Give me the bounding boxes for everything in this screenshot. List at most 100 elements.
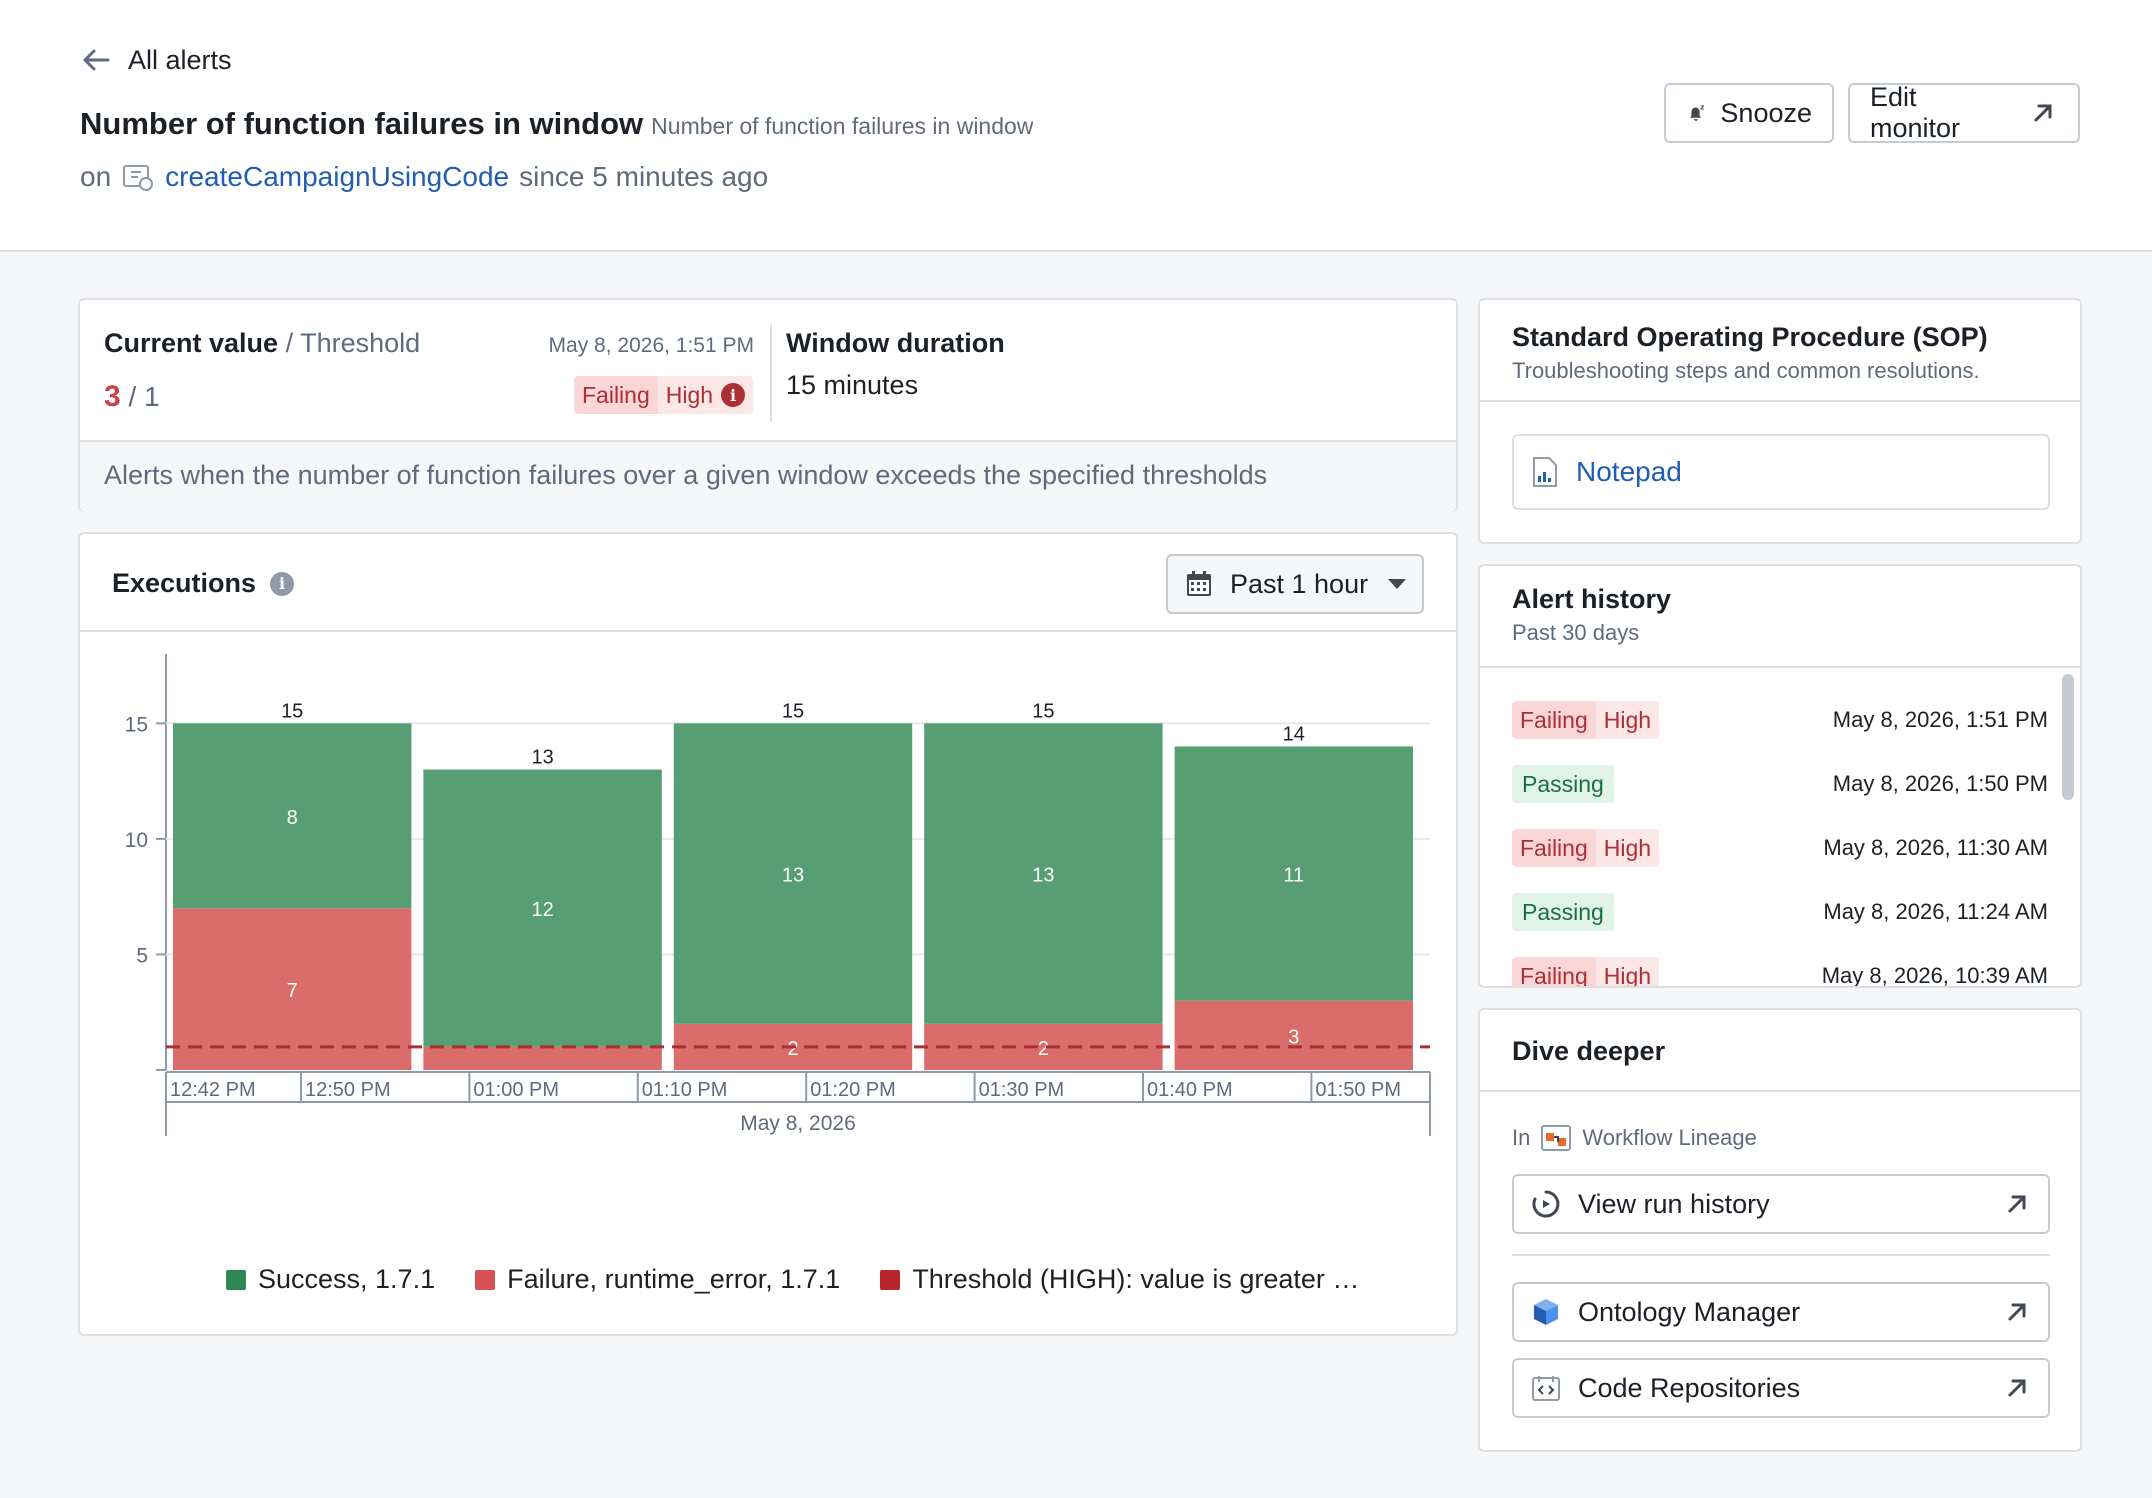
x-axis-label: May 8, 2026	[740, 1112, 856, 1135]
failure-data-label: 3	[1288, 1026, 1299, 1048]
calendar-icon	[1187, 571, 1211, 596]
workflow-lineage-icon	[1541, 1125, 1572, 1151]
success-data-label: 11	[1283, 865, 1304, 887]
divider	[1480, 666, 2080, 668]
status-tag: Failing High i	[574, 376, 754, 414]
history-item[interactable]: Passing May 8, 2026, 1:50 PM	[1512, 764, 2048, 804]
threshold-label: / Threshold	[285, 328, 421, 358]
status-failing: Failing	[1512, 957, 1596, 986]
in-prefix: In	[1512, 1125, 1531, 1150]
history-item[interactable]: Failing High May 8, 2026, 1:51 PM	[1512, 700, 2048, 740]
status-failing: Failing	[574, 376, 658, 414]
success-data-label: 13	[1032, 865, 1054, 887]
snooze-label: Snooze	[1720, 97, 1812, 128]
edit-monitor-button[interactable]: Edit monitor	[1848, 82, 2080, 143]
arrow-top-right-icon	[2008, 1195, 2026, 1213]
info-icon[interactable]: i	[270, 571, 295, 596]
legend-label: Failure, runtime_error, 1.7.1	[507, 1264, 841, 1294]
history-date: May 8, 2026, 1:50 PM	[1832, 771, 2048, 796]
since-text: since 5 minutes ago	[519, 161, 769, 192]
notepad-label: Notepad	[1576, 456, 1682, 487]
notepad-link[interactable]: Notepad	[1512, 434, 2050, 510]
x-tick-label: 01:30 PM	[979, 1079, 1065, 1101]
info-icon[interactable]: i	[721, 383, 746, 407]
legend-item-failure[interactable]: Failure, runtime_error, 1.7.1	[475, 1264, 840, 1295]
total-data-label: 14	[1283, 723, 1305, 745]
legend-label: Success, 1.7.1	[258, 1264, 436, 1294]
time-range-select[interactable]: Past 1 hour	[1166, 554, 1424, 614]
view-run-history-button[interactable]: View run history	[1512, 1174, 2050, 1234]
legend-item-success[interactable]: Success, 1.7.1	[226, 1264, 435, 1295]
sop-title: Standard Operating Procedure (SOP)	[1512, 322, 1988, 352]
legend-swatch	[475, 1269, 496, 1290]
failure-data-label: 2	[787, 1038, 798, 1060]
ontology-manager-button[interactable]: Ontology Manager	[1512, 1282, 2050, 1342]
failure-data-label: 2	[1038, 1038, 1049, 1060]
scrollbar[interactable]	[2062, 674, 2074, 800]
monitor-description: Alerts when the number of function failu…	[80, 440, 1456, 512]
time-range-label: Past 1 hour	[1230, 568, 1369, 599]
history-date: May 8, 2026, 10:39 AM	[1821, 963, 2048, 988]
y-tick-label: 10	[125, 829, 148, 852]
total-data-label: 15	[1032, 700, 1054, 722]
y-tick-label: 5	[136, 944, 148, 967]
executions-card: Executions i Past 1 hour 5 10 15 7 8 15 12 13 2 1…	[78, 532, 1458, 1336]
current-timestamp: May 8, 2026, 1:51 PM	[548, 334, 754, 357]
divider	[1480, 1090, 2080, 1092]
code-repository-icon	[1532, 1376, 1560, 1401]
notepad-icon	[1533, 457, 1557, 487]
x-tick-label: 01:00 PM	[473, 1079, 559, 1101]
edit-monitor-label: Edit monitor	[1870, 82, 1961, 143]
window-duration-label: Window duration	[786, 328, 1005, 358]
severity-high: High	[665, 381, 714, 408]
window-duration-value: 15 minutes	[786, 370, 919, 400]
severity-high: High	[1595, 701, 1660, 739]
svg-text:z: z	[1700, 104, 1704, 112]
ontology-manager-label: Ontology Manager	[1578, 1296, 1801, 1327]
executions-title: Executions	[112, 568, 257, 598]
caret-down-icon	[1388, 579, 1406, 589]
arrow-top-right-icon	[2034, 104, 2052, 122]
code-repositories-button[interactable]: Code Repositories	[1512, 1358, 2050, 1418]
chart-legend: Success, 1.7.1 Failure, runtime_error, 1…	[226, 1264, 1359, 1295]
legend-item-threshold[interactable]: Threshold (HIGH): value is greater …	[880, 1264, 1359, 1295]
failure-data-label: 7	[287, 980, 298, 1002]
legend-label: Threshold (HIGH): value is greater …	[912, 1264, 1360, 1294]
workflow-lineage-label: Workflow Lineage	[1582, 1125, 1757, 1150]
y-tick-label: 15	[125, 713, 148, 736]
alert-history-subtitle: Past 30 days	[1512, 620, 1640, 645]
x-tick-label: 12:50 PM	[305, 1079, 391, 1101]
sop-card: Standard Operating Procedure (SOP) Troub…	[1478, 298, 2082, 544]
success-data-label: 8	[287, 807, 298, 829]
function-icon	[123, 165, 154, 191]
current-value: 3 / 1	[104, 380, 160, 414]
total-data-label: 15	[281, 700, 303, 722]
failure-bar	[423, 1046, 662, 1070]
sop-subtitle: Troubleshooting steps and common resolut…	[1512, 358, 1980, 383]
history-item[interactable]: Passing May 8, 2026, 11:24 AM	[1512, 892, 2048, 932]
x-tick-label: 01:40 PM	[1147, 1079, 1233, 1101]
status-passing: Passing	[1512, 765, 1614, 803]
snooze-button[interactable]: z Snooze	[1664, 83, 1834, 143]
alert-history-title: Alert history	[1512, 584, 1672, 614]
x-tick-label: 01:20 PM	[810, 1079, 896, 1101]
status-failing: Failing	[1512, 829, 1596, 867]
severity-high: High	[1595, 829, 1660, 867]
legend-swatch	[880, 1269, 901, 1290]
back-to-all-alerts-link[interactable]: All alerts	[80, 44, 232, 76]
history-date: May 8, 2026, 1:51 PM	[1832, 707, 2048, 732]
divider	[1480, 400, 2080, 402]
history-item[interactable]: Failing High May 8, 2026, 11:30 AM	[1512, 828, 2048, 868]
history-date: May 8, 2026, 11:24 AM	[1823, 899, 2048, 924]
x-tick-label: 01:50 PM	[1315, 1079, 1401, 1101]
function-link[interactable]: createCampaignUsingCode	[165, 161, 509, 193]
status-passing: Passing	[1512, 893, 1614, 931]
current-value-label: Current value	[104, 328, 279, 358]
legend-swatch	[226, 1269, 246, 1290]
view-run-history-label: View run history	[1578, 1188, 1770, 1219]
snooze-bell-icon: z	[1690, 104, 1704, 121]
status-failing: Failing	[1512, 701, 1596, 739]
history-item[interactable]: Failing High May 8, 2026, 10:39 AM	[1512, 956, 2048, 988]
current-value-card: Current value / Threshold 3 / 1 May 8, 2…	[78, 298, 1458, 512]
total-data-label: 15	[782, 700, 804, 722]
